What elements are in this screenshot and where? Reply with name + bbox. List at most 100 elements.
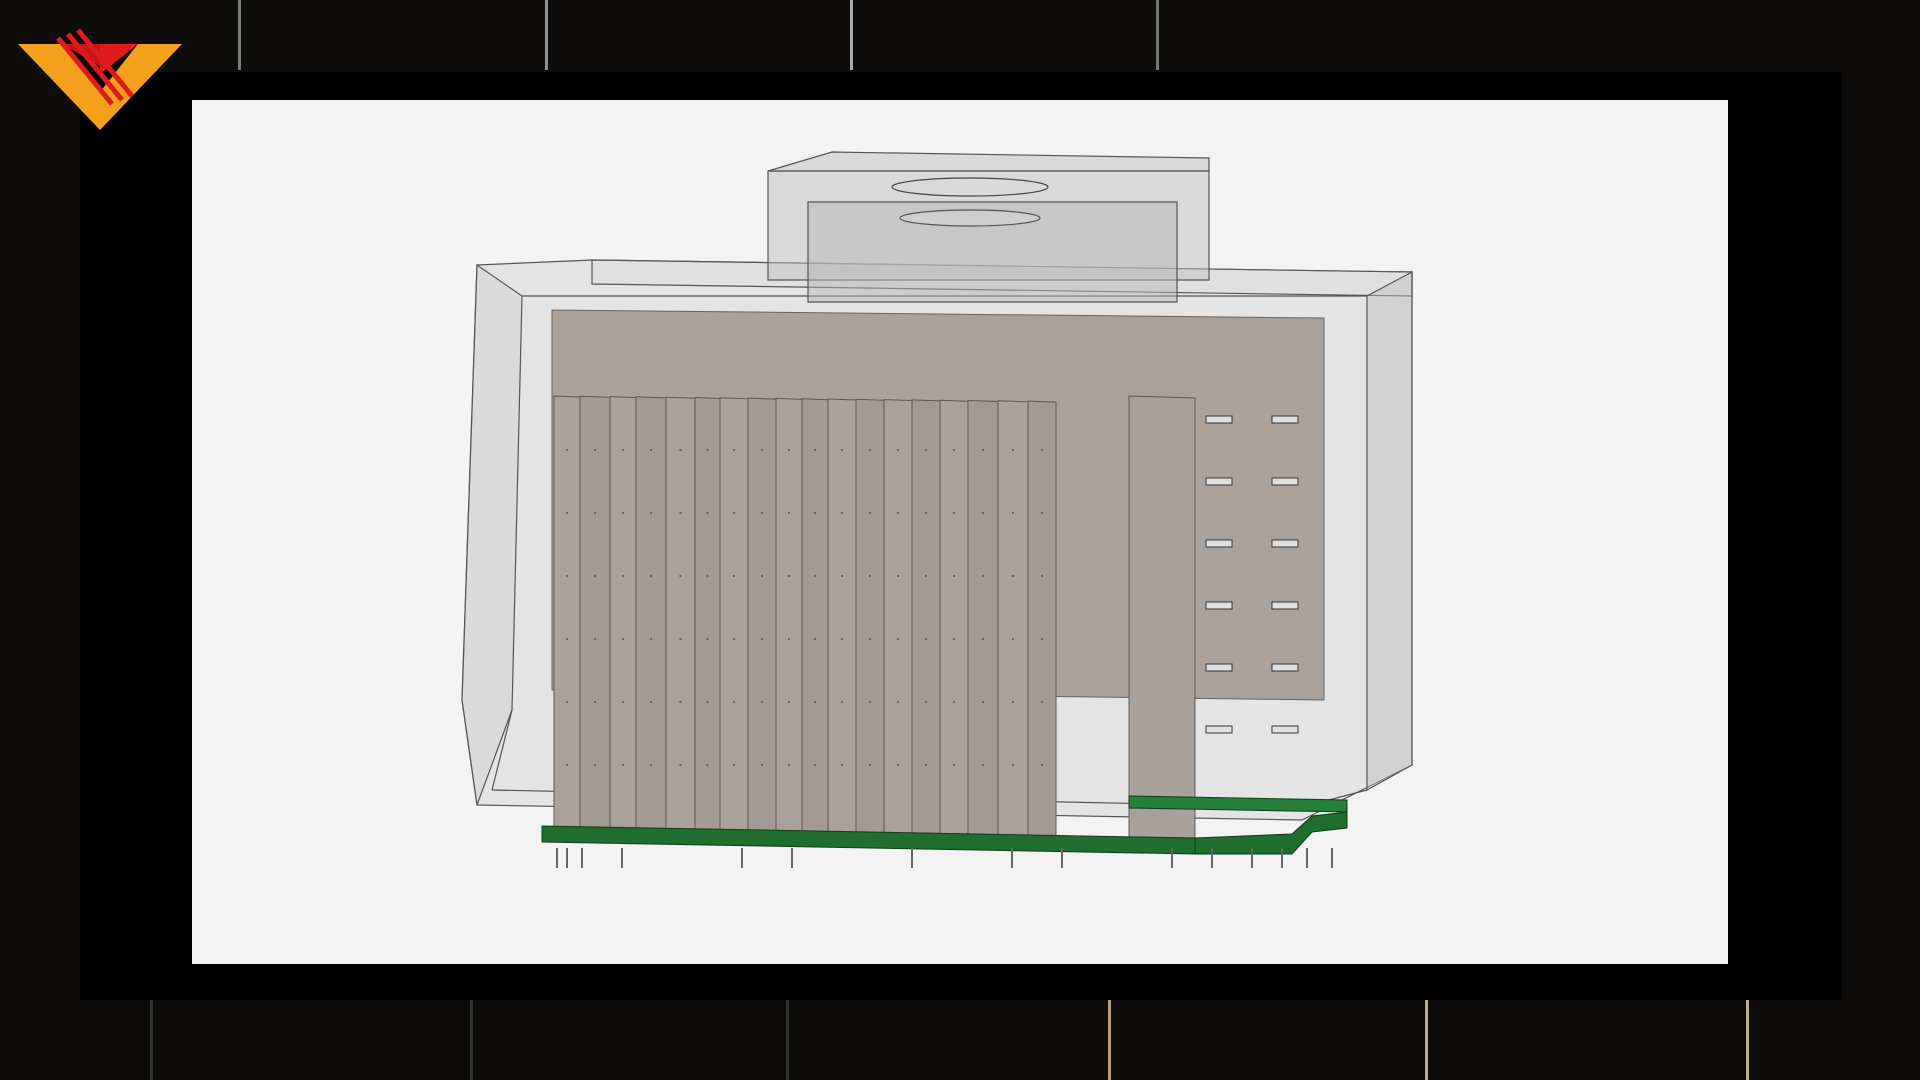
panel-fastener [593,511,597,515]
panel-fastener [593,700,597,704]
wall-panel [997,400,1029,839]
panel-fastener [952,448,956,452]
panel-fastener [679,574,682,578]
panel-fastener [679,448,682,452]
panel-fastener [706,574,709,578]
plank-seam [1156,0,1159,70]
wall-panel [939,399,969,839]
wall-panel [719,397,749,839]
panel-fastener [1040,763,1044,767]
panel-fastener [706,637,709,641]
panel-fastener [732,574,736,578]
panel-fastener [679,511,682,515]
panel-fastener [1011,511,1015,515]
wall-panel [553,395,581,839]
panel-fastener [840,511,844,515]
panel-fastener [706,448,709,452]
wall-panel [855,398,885,839]
panel-fastener [649,637,653,641]
panel-fastener [732,448,736,452]
panel-fastener [621,448,625,452]
bracket [1205,601,1233,610]
bracket [1271,539,1299,548]
panel-fastener [621,763,625,767]
panel-fastener [706,763,709,767]
wall-panel [827,398,857,839]
plank-seam [470,1000,473,1080]
panel-fastener [868,700,872,704]
panel-fastener [896,637,900,641]
panel-fastener [649,763,653,767]
panel-fastener [760,511,764,515]
panel-fastener [649,448,653,452]
panel-fastener [1040,448,1044,452]
panel-fastener [621,574,625,578]
panel-fastener [952,763,956,767]
panel-fastener [787,511,791,515]
wall-panel [747,397,777,839]
panel-fastener [593,637,597,641]
panel-fastener [840,763,844,767]
panel-fastener [732,700,736,704]
panel-fastener [787,574,791,578]
panel-fastener [840,448,844,452]
panel-fastener [896,763,900,767]
bracket [1205,415,1233,424]
panel-fastener [1040,511,1044,515]
panel-fastener [760,700,764,704]
panel-fastener [813,637,817,641]
wall-panel [911,399,941,839]
panel-fastener [565,574,569,578]
panel-fastener [952,637,956,641]
panel-fastener [760,448,764,452]
panel-fastener [896,511,900,515]
panel-fastener [787,448,791,452]
plank-seam [238,0,241,70]
panel-fastener [813,763,817,767]
panel-fastener [896,574,900,578]
panel-fastener [706,700,709,704]
panel-fastener [649,574,653,578]
panel-fastener [787,763,791,767]
wall-panel [775,397,803,839]
wall-panel [967,399,999,839]
bracket [1271,601,1299,610]
wall-panel [801,398,829,839]
panel-fastener [593,763,597,767]
panel-fastener [981,700,985,704]
panel-fastener [565,700,569,704]
side-panel-column [1128,395,1196,843]
panel-fastener [981,448,985,452]
top-duct-housing [767,151,1210,303]
panel-fastener [679,637,682,641]
panel-fastener [813,448,817,452]
panel-fastener [1011,700,1015,704]
panel-fastener [787,637,791,641]
panel-fastener [896,448,900,452]
panel-fastener [732,763,736,767]
panel-fastener [813,700,817,704]
panel-fastener [981,574,985,578]
bracket [1205,539,1233,548]
panel-fastener [952,700,956,704]
wall-panel [635,396,667,839]
panel-fastener [621,637,625,641]
panel-fastener [1011,763,1015,767]
bracket [1205,725,1233,734]
wall-panel [609,396,637,839]
bracket [1271,725,1299,734]
panel-fastener [924,574,928,578]
wall-panel [579,395,611,839]
panel-fastener [813,511,817,515]
wall-panel [665,396,696,839]
panel-fastener [1040,637,1044,641]
front-wall-panels [553,395,1057,839]
panel-fastener [924,700,928,704]
panel-fastener [565,637,569,641]
panel-fastener [1040,574,1044,578]
panel-fastener [1011,574,1015,578]
panel-fastener [732,637,736,641]
panel-fastener [924,637,928,641]
plank-seam [1746,1000,1749,1080]
panel-fastener [679,763,682,767]
